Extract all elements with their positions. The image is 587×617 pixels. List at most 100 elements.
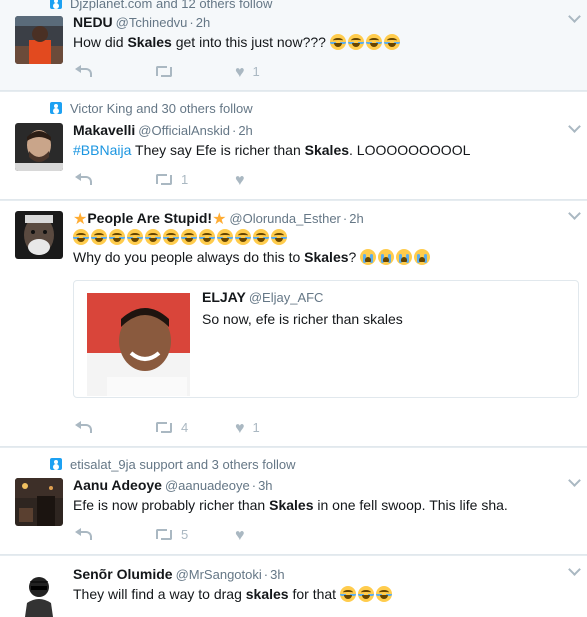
tears-of-joy-emoji (181, 229, 197, 245)
quoted-tweet[interactable]: ELJAY @Eljay_AFC So now, efe is richer th… (73, 280, 579, 398)
quoted-tweet-image (87, 293, 190, 396)
tweet[interactable]: Senõr Olumide @MrSangotoki · 3h They will f… (0, 556, 587, 617)
tweet-text: Efe is now probably richer than Skales i… (73, 497, 508, 513)
reply-button[interactable] (75, 420, 92, 435)
tears-of-joy-emoji (127, 229, 143, 245)
avatar[interactable] (15, 123, 63, 171)
tweet[interactable]: ★People Are Stupid!★ @Olorunda_Esther · 2h … (0, 201, 587, 447)
display-name[interactable]: Senõr Olumide (73, 566, 173, 582)
tweet-header: ★People Are Stupid!★ @Olorunda_Esther · 2h (73, 209, 364, 229)
avatar[interactable] (15, 16, 63, 64)
reply-button[interactable] (75, 64, 92, 79)
follow-context-icon (50, 0, 62, 9)
retweet-count: 4 (181, 420, 189, 435)
loudly-crying-emoji (396, 249, 413, 265)
tweet-header: NEDU @Tchinedvu · 2h (73, 14, 210, 30)
retweet-icon (153, 420, 173, 433)
tweet[interactable]: etisalat_9ja support and 3 others follow… (0, 448, 587, 555)
social-context[interactable]: etisalat_9ja support and 3 others follow (50, 457, 295, 472)
display-name[interactable]: Aanu Adeoye (73, 477, 162, 493)
quoted-display-name: ELJAY @Eljay_AFC (202, 289, 324, 305)
retweet-count: 1 (181, 172, 189, 187)
tears-of-joy-emoji (347, 34, 364, 50)
display-name[interactable]: NEDU (73, 14, 113, 30)
like-button[interactable]: ♥ (235, 527, 253, 545)
more-options-icon[interactable] (568, 207, 581, 220)
avatar[interactable] (15, 478, 63, 526)
tweet-header: Aanu Adeoye @aanuadeoye · 3h (73, 477, 273, 493)
heart-icon: ♥ (235, 172, 245, 189)
reply-icon (75, 172, 92, 185)
loudly-crying-emoji (414, 249, 431, 265)
like-button[interactable]: ♥ (235, 172, 253, 190)
loudly-crying-emoji (378, 249, 395, 265)
like-count: 1 (252, 64, 260, 79)
tears-of-joy-emoji (217, 229, 233, 245)
tweet-header: Makavelli @OfficialAnskid · 2h (73, 122, 253, 138)
tears-of-joy-emoji (329, 34, 346, 50)
more-options-icon[interactable] (568, 120, 581, 133)
handle[interactable]: @aanuadeoye (165, 478, 250, 493)
highlighted-term: Skales (304, 249, 349, 265)
more-options-icon[interactable] (568, 10, 581, 23)
highlighted-term: Skales (304, 142, 350, 158)
like-count: 1 (252, 420, 260, 435)
tweet-text: #BBNaija They say Efe is richer than Ska… (73, 142, 471, 158)
social-context[interactable]: Djzplanet.com and 12 others follow (50, 0, 272, 11)
tears-of-joy-emoji (109, 229, 125, 245)
tweet-text: Why do you people always do this to Skal… (73, 247, 432, 267)
tears-of-joy-emoji (163, 229, 179, 245)
like-button[interactable]: ♥ 1 (235, 420, 260, 438)
tears-of-joy-emoji (365, 34, 382, 50)
hashtag-link[interactable]: #BBNaija (73, 142, 131, 158)
tears-of-joy-emoji (357, 586, 374, 602)
heart-icon: ♥ (235, 64, 245, 81)
separator: · (342, 211, 348, 226)
handle[interactable]: @Olorunda_Esther (229, 211, 340, 226)
highlighted-term: skales (245, 586, 289, 602)
tears-of-joy-emoji (253, 229, 269, 245)
reply-icon (75, 420, 92, 433)
tears-of-joy-emoji (145, 229, 161, 245)
reply-button[interactable] (75, 172, 92, 187)
tears-of-joy-emoji (383, 34, 400, 50)
social-context[interactable]: Victor King and 30 others follow (50, 101, 253, 116)
emoji-line (73, 227, 289, 247)
timestamp[interactable]: 2h (238, 123, 252, 138)
tweet[interactable]: Djzplanet.com and 12 others follow NEDU @… (0, 0, 587, 91)
tears-of-joy-emoji (271, 229, 287, 245)
timestamp[interactable]: 3h (270, 567, 284, 582)
tweet[interactable]: Victor King and 30 others follow Makavel… (0, 92, 587, 200)
timestamp[interactable]: 3h (258, 478, 272, 493)
like-button[interactable]: ♥ 1 (235, 64, 260, 82)
timestamp[interactable]: 2h (196, 15, 210, 30)
timestamp[interactable]: 2h (349, 211, 363, 226)
tears-of-joy-emoji (73, 229, 89, 245)
retweet-icon (153, 172, 173, 185)
separator: · (231, 123, 237, 138)
quoted-handle: @Eljay_AFC (248, 290, 324, 305)
tears-of-joy-emoji (235, 229, 251, 245)
retweet-button[interactable]: 1 (153, 172, 188, 187)
avatar[interactable] (15, 211, 63, 259)
tears-of-joy-emoji (375, 586, 392, 602)
reply-button[interactable] (75, 527, 92, 542)
highlighted-term: Skales (269, 497, 314, 513)
avatar[interactable] (15, 569, 63, 617)
separator: · (189, 15, 194, 30)
more-options-icon[interactable] (568, 474, 581, 487)
display-name[interactable]: People Are Stupid! (87, 210, 212, 226)
star-emoji: ★ (73, 211, 88, 228)
handle[interactable]: @OfficialAnskid (138, 123, 230, 138)
tweet-header: Senõr Olumide @MrSangotoki · 3h (73, 566, 285, 582)
retweet-icon (153, 527, 173, 540)
retweet-count: 5 (181, 527, 189, 542)
more-options-icon[interactable] (568, 563, 581, 576)
retweet-button[interactable] (153, 64, 181, 79)
retweet-button[interactable]: 4 (153, 420, 188, 435)
tweet-text: How did Skales get into this just now??? (73, 32, 402, 52)
handle[interactable]: @MrSangotoki (176, 567, 262, 582)
display-name[interactable]: Makavelli (73, 122, 135, 138)
handle[interactable]: @Tchinedvu (116, 15, 188, 30)
retweet-button[interactable]: 5 (153, 527, 188, 542)
